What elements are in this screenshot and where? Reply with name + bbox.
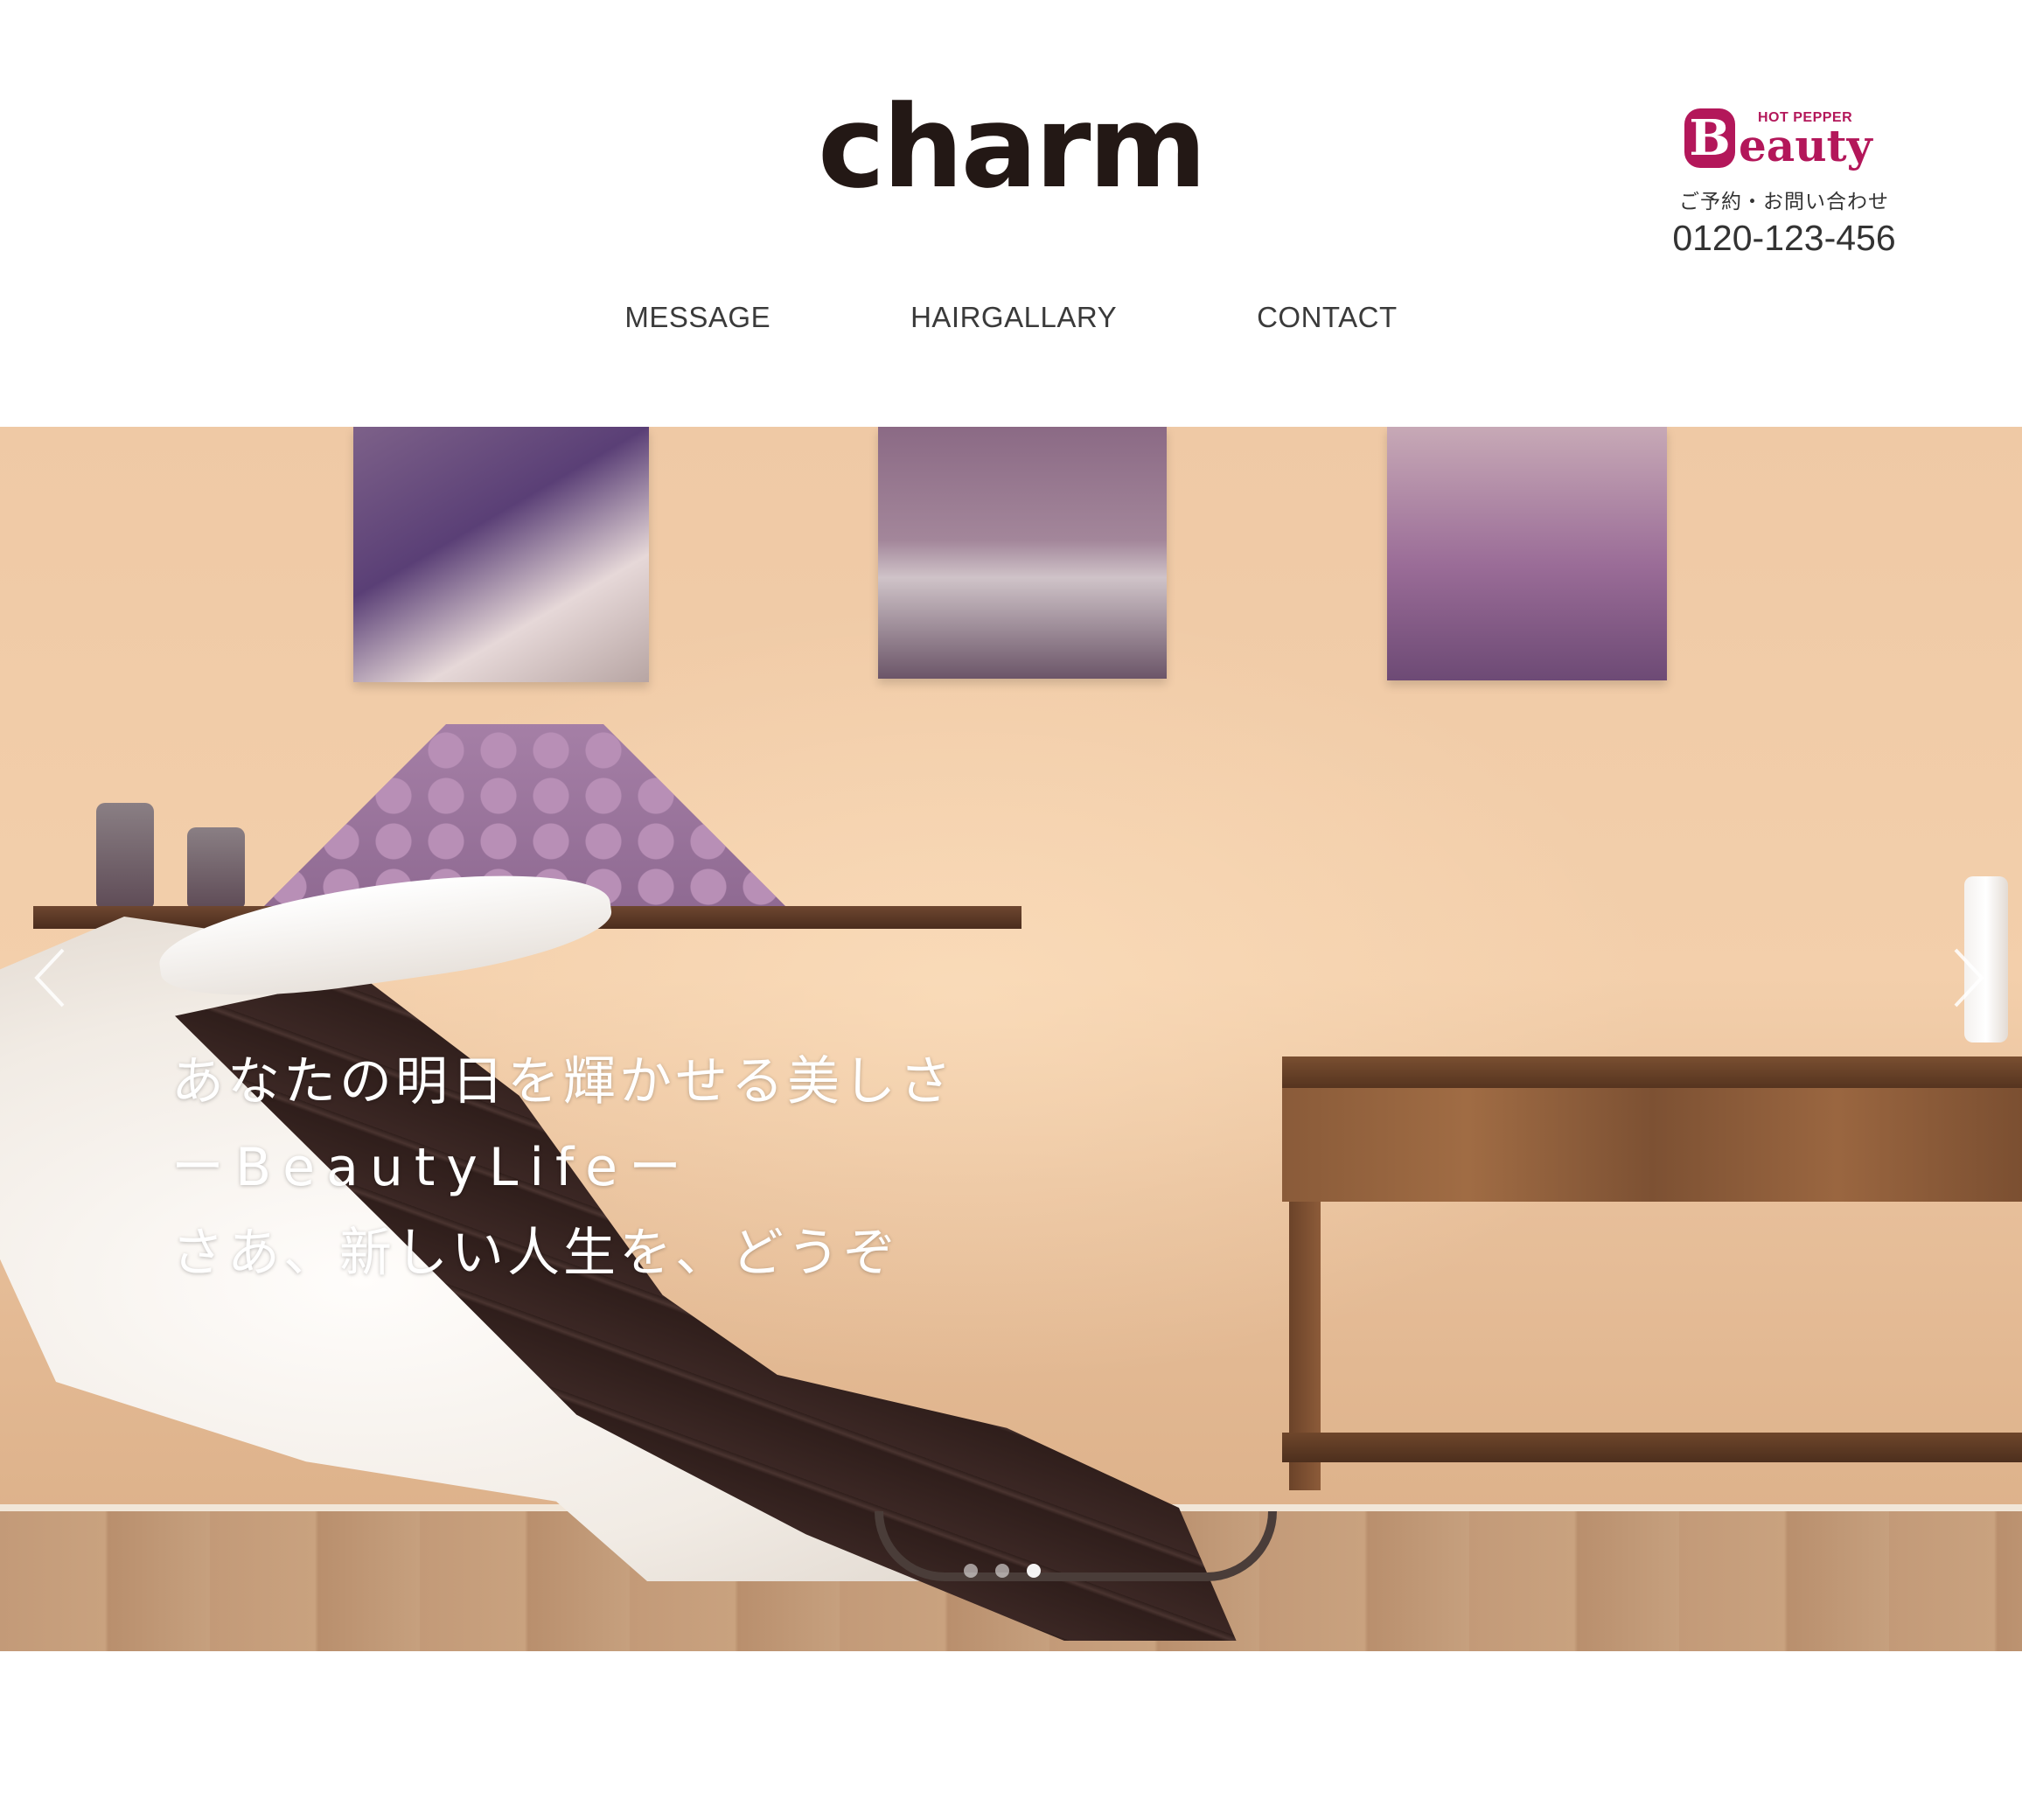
bottle (96, 803, 154, 908)
nav-item-message[interactable]: MESSAGE (624, 301, 770, 334)
carousel-dot-3[interactable] (1027, 1564, 1041, 1578)
booking-phone[interactable]: 0120-123-456 (1644, 218, 1924, 259)
wall-art-lavender-soap (353, 427, 649, 682)
hero-caption-line-1: あなたの明日を輝かせる美しさ (171, 1051, 955, 1112)
chevron-right-icon (1954, 948, 1984, 1008)
booking-label: ご予約・お問い合わせ (1679, 191, 1889, 213)
nav-item-contact[interactable]: CONTACT (1257, 301, 1398, 334)
hotpepper-beauty-initial: B (1684, 108, 1735, 168)
hotpepper-beauty-word: eauty (1739, 120, 1872, 171)
carousel-next-button[interactable] (1942, 934, 1994, 1022)
page: charm B HOT PEPPER eauty ご予約・お問い合わせ 0120… (0, 0, 2022, 1820)
carousel-dot-2[interactable] (995, 1564, 1009, 1578)
wall-art-lavender-water (878, 427, 1167, 679)
main-nav: MESSAGE HAIRGALLARY CONTACT (0, 301, 2022, 334)
bottle (187, 827, 245, 908)
carousel-dot-1[interactable] (964, 1564, 978, 1578)
hero-caption-line-2: ーBeautyLifeー (171, 1137, 694, 1198)
carousel-prev-button[interactable] (24, 934, 77, 1022)
wall-art-lavender-field (1387, 427, 1667, 680)
chevron-left-icon (34, 948, 65, 1008)
wooden-console (1282, 1056, 2022, 1546)
booking-contact: B HOT PEPPER eauty ご予約・お問い合わせ 0120-123-4… (1644, 103, 1924, 259)
hero-slider: あなたの明日を輝かせる美しさ ーBeautyLifeー さあ、新しい人生を、どう… (0, 427, 2022, 1651)
nav-item-hairgallary[interactable]: HAIRGALLARY (910, 301, 1117, 334)
hero-caption-line-3: さあ、新しい人生を、どうぞ (171, 1223, 899, 1284)
hotpepper-beauty-logo[interactable]: B HOT PEPPER eauty (1684, 103, 1884, 171)
chair-base (875, 1511, 1277, 1581)
carousel-dots (964, 1564, 1041, 1578)
hero-caption: あなたの明日を輝かせる美しさ ーBeautyLifeー さあ、新しい人生を、どう… (171, 1039, 955, 1296)
